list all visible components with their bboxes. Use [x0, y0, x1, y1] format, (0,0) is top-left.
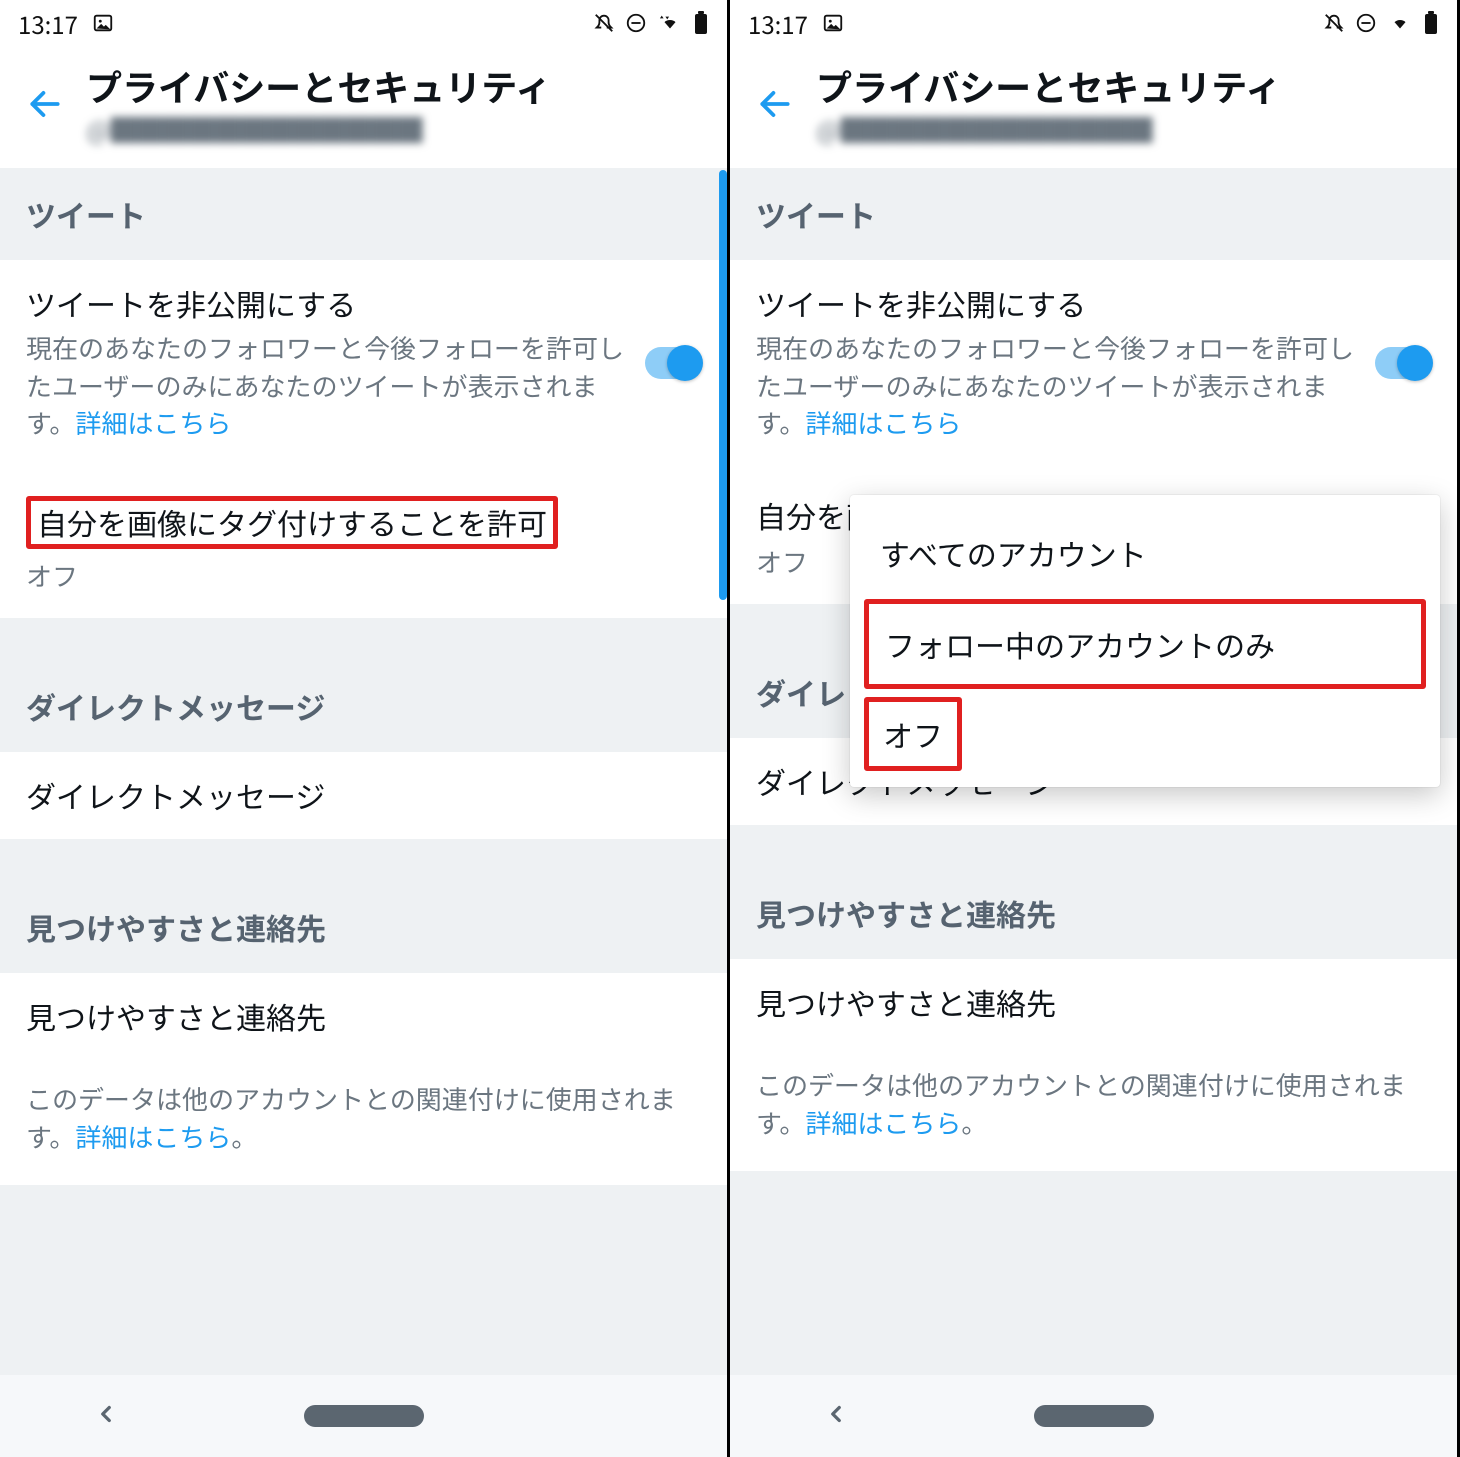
- back-button[interactable]: [756, 85, 794, 128]
- wifi-icon: [1387, 12, 1413, 34]
- row-value: オフ: [26, 557, 78, 594]
- popup-option-all[interactable]: すべてのアカウント: [850, 507, 1440, 599]
- notifications-off-icon: [593, 12, 615, 34]
- status-bar: 13:17: [0, 0, 727, 46]
- spacer: [0, 1185, 727, 1375]
- row-discover-contacts[interactable]: 見つけやすさと連絡先: [730, 959, 1457, 1046]
- row-direct-messages[interactable]: ダイレクトメッセージ: [0, 752, 727, 839]
- spacer: [0, 839, 727, 881]
- section-header-tweets: ツイート: [0, 168, 727, 260]
- page-subtitle: @████████████: [816, 111, 1431, 148]
- phone-right: 13:17 プライバシーとセキュリティ @████████████ ツイート ツ…: [730, 0, 1460, 1457]
- row-title: 見つけやすさと連絡先: [26, 997, 326, 1036]
- row-desc: 現在のあなたのフォロワーと今後フォローを許可したユーザーのみにあなたのツイートが…: [26, 329, 627, 442]
- highlight-box: 自分を画像にタグ付けすることを許可: [26, 496, 558, 549]
- wifi-icon: [657, 12, 683, 34]
- back-button[interactable]: [26, 85, 64, 128]
- page-header: プライバシーとセキュリティ @████████████: [730, 46, 1457, 168]
- section-header-dm: ダイレクトメッセージ: [0, 660, 727, 752]
- tagging-options-popup: すべてのアカウント フォロー中のアカウントのみ オフ: [850, 495, 1440, 787]
- row-value: オフ: [756, 543, 808, 580]
- discover-footnote: このデータは他のアカウントとの関連付けに使用されます。詳細はこちら。: [730, 1046, 1457, 1171]
- nav-back-icon[interactable]: [823, 1401, 849, 1432]
- system-nav-bar: [730, 1375, 1457, 1457]
- row-desc: 現在のあなたのフォロワーと今後フォローを許可したユーザーのみにあなたのツイートが…: [756, 329, 1357, 442]
- spacer: [0, 618, 727, 660]
- learn-more-link[interactable]: 詳細はこちら: [805, 1104, 961, 1141]
- section-header-tweets: ツイート: [730, 168, 1457, 260]
- row-title: 見つけやすさと連絡先: [756, 983, 1056, 1022]
- status-time: 13:17: [748, 6, 808, 41]
- learn-more-link[interactable]: 詳細はこちら: [75, 404, 231, 441]
- system-nav-bar: [0, 1375, 727, 1457]
- popup-option-following[interactable]: フォロー中のアカウントのみ: [869, 604, 1421, 684]
- row-protect-tweets[interactable]: ツイートを非公開にする 現在のあなたのフォロワーと今後フォローを許可したユーザー…: [730, 260, 1457, 466]
- protect-tweets-toggle[interactable]: [1375, 347, 1431, 379]
- row-title: ツイートを非公開にする: [26, 284, 627, 323]
- row-photo-tagging[interactable]: 自分を画像にタグ付けすることを許可 オフ: [0, 466, 727, 618]
- row-title: ダイレクトメッセージ: [26, 776, 325, 815]
- row-protect-tweets[interactable]: ツイートを非公開にする 現在のあなたのフォロワーと今後フォローを許可したユーザー…: [0, 260, 727, 466]
- section-header-discover: 見つけやすさと連絡先: [0, 881, 727, 973]
- do-not-disturb-icon: [1355, 12, 1377, 34]
- battery-icon: [693, 11, 709, 35]
- spacer: [730, 825, 1457, 867]
- highlight-box: フォロー中のアカウントのみ: [864, 599, 1426, 689]
- learn-more-link[interactable]: 詳細はこちら: [805, 404, 961, 441]
- nav-home-pill[interactable]: [1034, 1405, 1154, 1427]
- section-header-discover: 見つけやすさと連絡先: [730, 867, 1457, 959]
- image-icon: [92, 12, 114, 34]
- row-title: 自分を画像にタグ付けすることを許可: [37, 500, 547, 544]
- page-title: プライバシーとセキュリティ: [816, 64, 1431, 109]
- popup-option-off[interactable]: オフ: [869, 702, 957, 766]
- battery-icon: [1423, 11, 1439, 35]
- page-title: プライバシーとセキュリティ: [86, 64, 701, 109]
- nav-back-icon[interactable]: [93, 1401, 119, 1432]
- do-not-disturb-icon: [625, 12, 647, 34]
- scroll-indicator: [719, 170, 727, 600]
- spacer: [730, 1171, 1457, 1375]
- status-time: 13:17: [18, 6, 78, 41]
- learn-more-link[interactable]: 詳細はこちら: [75, 1118, 231, 1155]
- highlight-box: オフ: [864, 697, 962, 771]
- status-bar: 13:17: [730, 0, 1457, 46]
- row-discover-contacts[interactable]: 見つけやすさと連絡先: [0, 973, 727, 1060]
- notifications-off-icon: [1323, 12, 1345, 34]
- nav-home-pill[interactable]: [304, 1405, 424, 1427]
- row-title: ツイートを非公開にする: [756, 284, 1357, 323]
- image-icon: [822, 12, 844, 34]
- page-subtitle: @████████████: [86, 111, 701, 148]
- phone-left: 13:17 プライバシーとセキュリティ @████████████ ツイート ツ…: [0, 0, 730, 1457]
- page-header: プライバシーとセキュリティ @████████████: [0, 46, 727, 168]
- discover-footnote: このデータは他のアカウントとの関連付けに使用されます。詳細はこちら。: [0, 1060, 727, 1185]
- protect-tweets-toggle[interactable]: [645, 347, 701, 379]
